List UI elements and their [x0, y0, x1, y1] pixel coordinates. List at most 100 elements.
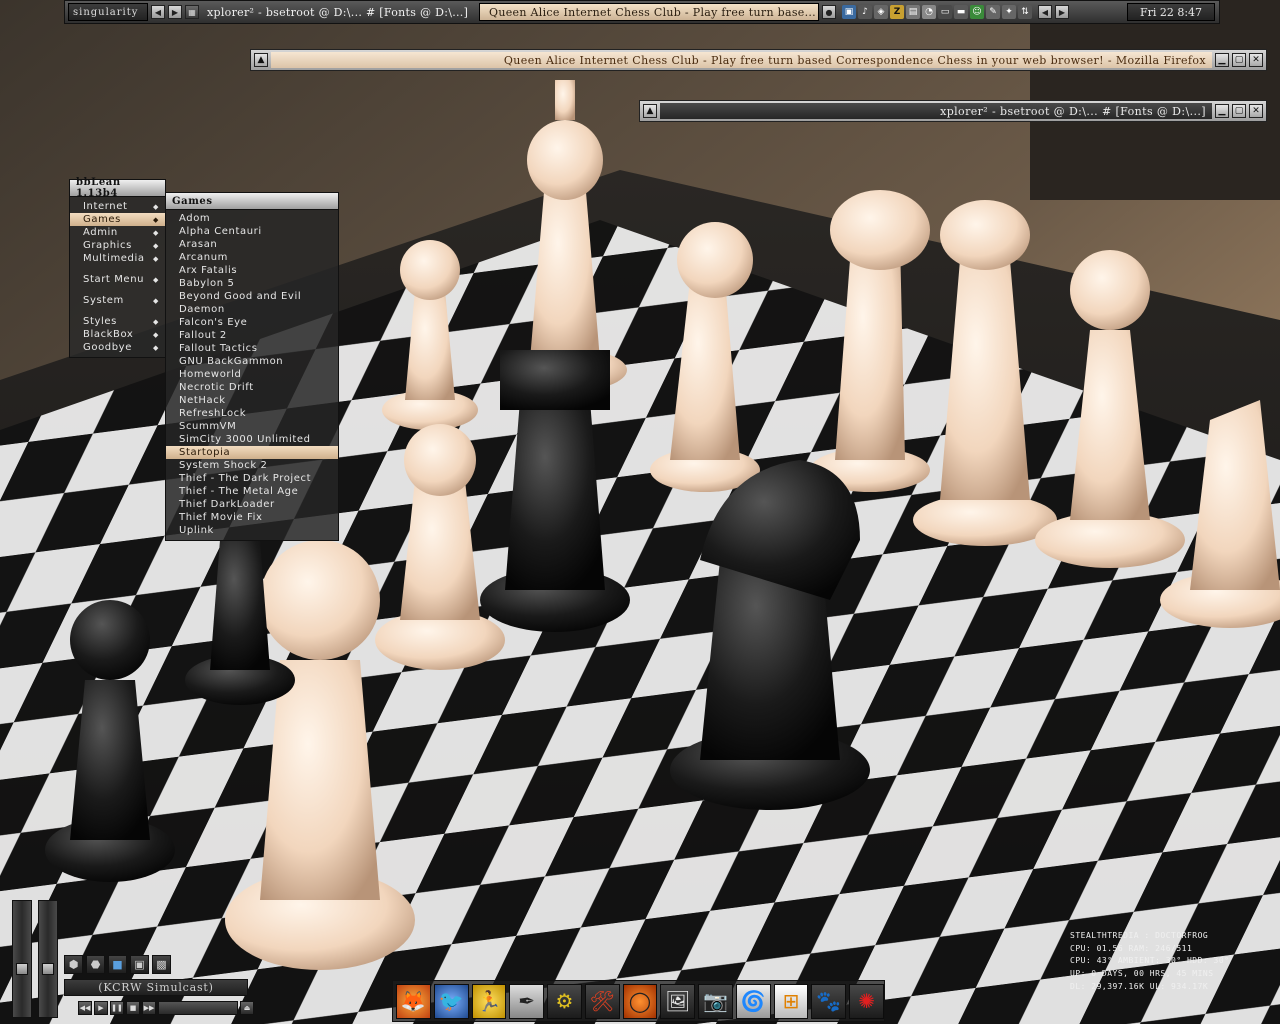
menu-item-gnu-backgammon[interactable]: GNU BackGammon: [166, 355, 338, 368]
square-icon[interactable]: ■: [108, 955, 127, 974]
menu-item-goodbye[interactable]: Goodbye ◆: [70, 341, 165, 354]
lock-icon[interactable]: ▤: [906, 5, 920, 19]
clock[interactable]: Fri 22 8:47: [1127, 3, 1215, 21]
windows-icon[interactable]: ⊞: [773, 983, 809, 1019]
slider-knob[interactable]: [16, 963, 28, 975]
menu-item-graphics[interactable]: Graphics ◆: [70, 239, 165, 252]
menu-item-nethack[interactable]: NetHack: [166, 394, 338, 407]
close-button[interactable]: ✕: [1249, 53, 1263, 67]
menu-item-thief-darkloader[interactable]: Thief DarkLoader: [166, 498, 338, 511]
utility-icon[interactable]: ⚙: [547, 983, 582, 1019]
editor-icon[interactable]: ✒: [509, 983, 545, 1019]
menu-item-thief-movie-fix[interactable]: Thief Movie Fix: [166, 511, 338, 524]
radio-station-label[interactable]: (KCRW Simulcast): [64, 979, 248, 996]
menu-item-daemon[interactable]: Daemon: [166, 303, 338, 316]
menu-item-arcanum[interactable]: Arcanum: [166, 251, 338, 264]
next-icon[interactable]: ▶▶: [142, 1001, 156, 1015]
ring-icon[interactable]: ◯: [622, 983, 658, 1019]
menu-item-scummvm[interactable]: ScummVM: [166, 420, 338, 433]
menu-item-thief-metal-age[interactable]: Thief - The Metal Age: [166, 485, 338, 498]
window-shade-button[interactable]: ▲: [254, 53, 268, 67]
menu-item-internet[interactable]: Internet ◆: [70, 200, 165, 213]
menu-item-system-shock-2[interactable]: System Shock 2: [166, 459, 338, 472]
submenu-arrow-icon: ◆: [153, 330, 159, 339]
maximize-button[interactable]: ▢: [1232, 104, 1246, 118]
drive-icon[interactable]: ▬: [954, 5, 968, 19]
menu-item-babylon-5[interactable]: Babylon 5: [166, 277, 338, 290]
seek-bar[interactable]: [158, 1001, 238, 1015]
eject-icon[interactable]: ⏏: [240, 1001, 254, 1015]
root-menu-title[interactable]: bbLean 1.13b4: [70, 177, 165, 199]
menu-item-homeworld[interactable]: Homeworld: [166, 368, 338, 381]
menu-item-refreshlock[interactable]: RefreshLock: [166, 407, 338, 420]
display-icon[interactable]: ▭: [938, 5, 952, 19]
thunderbird-icon[interactable]: 🐦: [433, 983, 469, 1019]
menu-item-fallout-2[interactable]: Fallout 2: [166, 329, 338, 342]
menu-item-simcity-3000[interactable]: SimCity 3000 Unlimited: [166, 433, 338, 446]
task-firefox[interactable]: Queen Alice Internet Chess Club - Play f…: [479, 3, 819, 21]
menu-item-admin[interactable]: Admin ◆: [70, 226, 165, 239]
maximize-button[interactable]: ▢: [1232, 53, 1246, 67]
menu-item-start-menu[interactable]: Start Menu ◆: [70, 273, 165, 286]
menu-item-arasan[interactable]: Arasan: [166, 238, 338, 251]
shield-icon[interactable]: ◈: [874, 5, 888, 19]
task-xplorer[interactable]: xplorer² - bsetroot @ D:\... # [Fonts @ …: [203, 3, 475, 21]
slider-knob[interactable]: [42, 963, 54, 975]
menu-item-uplink[interactable]: Uplink: [166, 524, 338, 537]
aim-icon[interactable]: 🏃: [471, 983, 507, 1019]
minimize-button[interactable]: ▁: [1215, 104, 1229, 118]
firefox-icon[interactable]: 🦊: [396, 983, 431, 1019]
clock-app-icon[interactable]: ◔: [922, 5, 936, 19]
camera-icon[interactable]: 📷: [698, 983, 733, 1019]
splat-icon[interactable]: ✺: [849, 983, 884, 1019]
gimp-icon[interactable]: 🐾: [811, 983, 847, 1019]
menu-item-alpha-centauri[interactable]: Alpha Centauri: [166, 225, 338, 238]
menu-item-arx-fatalis[interactable]: Arx Fatalis: [166, 264, 338, 277]
menu-item-styles[interactable]: Styles ◆: [70, 315, 165, 328]
close-button[interactable]: ✕: [1249, 104, 1263, 118]
workspace-label[interactable]: singularity: [68, 3, 148, 21]
menu-item-thief-dark-project[interactable]: Thief - The Dark Project: [166, 472, 338, 485]
tool-tray-icon[interactable]: ✎: [986, 5, 1000, 19]
menu-item-startopia[interactable]: Startopia: [166, 446, 338, 459]
stop-icon[interactable]: ■: [126, 1001, 140, 1015]
workspace-prev-button[interactable]: ◀: [151, 5, 165, 19]
star-icon[interactable]: ✦: [1002, 5, 1016, 19]
tray-next-button[interactable]: ▶: [1055, 5, 1069, 19]
window-shade-button[interactable]: ▲: [643, 104, 657, 118]
menu-item-fallout-tactics[interactable]: Fallout Tactics: [166, 342, 338, 355]
games-menu-title[interactable]: Games: [166, 193, 338, 210]
pattern-icon[interactable]: ▩: [152, 955, 171, 974]
play-icon[interactable]: ▶: [94, 1001, 108, 1015]
task-menu-button[interactable]: ●: [822, 5, 836, 19]
volume-icon[interactable]: ♪: [858, 5, 872, 19]
pause-icon[interactable]: ❚❚: [110, 1001, 124, 1015]
firefox-window-titlebar[interactable]: ▲ Queen Alice Internet Chess Club - Play…: [250, 49, 1267, 71]
screenshot-icon[interactable]: ▣: [130, 955, 149, 974]
minimize-button[interactable]: ▁: [1215, 53, 1229, 67]
tool-icon[interactable]: 🛠: [584, 983, 620, 1019]
tray-prev-button[interactable]: ◀: [1038, 5, 1052, 19]
previous-icon[interactable]: ◀◀: [78, 1001, 92, 1015]
menu-item-adom[interactable]: Adom: [166, 212, 338, 225]
volume-slider-right[interactable]: [38, 900, 58, 1018]
menu-item-system[interactable]: System ◆: [70, 294, 165, 307]
zonealarm-icon[interactable]: Z: [890, 5, 904, 19]
hexagon-dark-icon[interactable]: ⬣: [86, 955, 105, 974]
messenger-icon[interactable]: ☺: [970, 5, 984, 19]
picasa-icon[interactable]: 🌀: [735, 983, 771, 1019]
images-icon[interactable]: 🖼: [660, 983, 696, 1019]
xplorer-window-titlebar[interactable]: ▲ xplorer² - bsetroot @ D:\... # [Fonts …: [639, 100, 1267, 122]
menu-item-multimedia[interactable]: Multimedia ◆: [70, 252, 165, 265]
menu-item-games[interactable]: Games ◆: [70, 213, 165, 226]
hexagon-icon[interactable]: ⬢: [64, 955, 83, 974]
volume-slider-left[interactable]: [12, 900, 32, 1018]
network-icon[interactable]: ▣: [842, 5, 856, 19]
menu-item-falcons-eye[interactable]: Falcon's Eye: [166, 316, 338, 329]
menu-item-blackbox[interactable]: BlackBox ◆: [70, 328, 165, 341]
workspace-pager-icon[interactable]: ▦: [185, 5, 199, 19]
workspace-next-button[interactable]: ▶: [168, 5, 182, 19]
menu-item-beyond-good-and-evil[interactable]: Beyond Good and Evil: [166, 290, 338, 303]
arrows-icon[interactable]: ⇅: [1018, 5, 1032, 19]
menu-item-necrotic-drift[interactable]: Necrotic Drift: [166, 381, 338, 394]
